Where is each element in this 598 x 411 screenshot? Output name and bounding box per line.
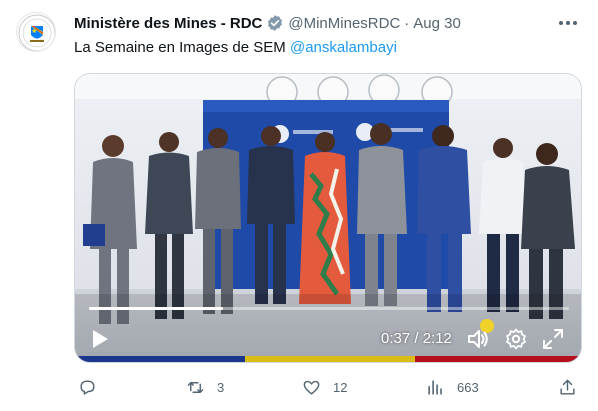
reply-button[interactable] <box>78 376 109 398</box>
author-handle[interactable]: @MinMinesRDC <box>288 15 400 32</box>
reply-icon <box>80 379 95 395</box>
mention-link[interactable]: @anskalambayi <box>290 39 397 56</box>
video-time: 0:37 / 2:12 <box>381 330 452 347</box>
views-button[interactable]: 663 <box>426 376 479 398</box>
retweet-count: 3 <box>217 379 225 395</box>
ministry-seal-icon <box>18 14 55 51</box>
volume-icon <box>468 330 488 348</box>
video-progress-bar[interactable] <box>89 307 569 310</box>
more-options-button[interactable] <box>556 12 580 34</box>
tweet-text: La Semaine en Images de SEM @anskalambay… <box>74 38 397 58</box>
settings-icon <box>506 328 526 350</box>
retweet-icon <box>187 381 204 393</box>
retweet-button[interactable]: 3 <box>186 376 224 398</box>
volume-button[interactable] <box>467 328 489 355</box>
like-button[interactable]: 12 <box>302 376 347 398</box>
tweet-date[interactable]: Aug 30 <box>413 15 461 32</box>
video-player[interactable]: 0:37 / 2:12 <box>74 73 582 363</box>
heart-icon <box>303 380 320 395</box>
video-progress-fill <box>89 307 224 310</box>
verified-badge-icon[interactable] <box>266 14 284 32</box>
separator-dot: · <box>404 14 410 32</box>
views-chart-icon <box>428 379 442 395</box>
share-button[interactable] <box>558 376 577 398</box>
tweet-actions: 3 12 663 <box>74 376 584 400</box>
fullscreen-button[interactable] <box>542 328 564 355</box>
like-count: 12 <box>333 379 348 395</box>
share-icon <box>560 379 575 395</box>
play-button[interactable] <box>91 329 109 354</box>
settings-button[interactable] <box>505 328 527 355</box>
more-dots-icon <box>559 21 577 25</box>
tweet-text-body: La Semaine en Images de SEM <box>74 39 290 56</box>
video-frame <box>75 74 581 362</box>
fullscreen-icon <box>543 329 563 349</box>
tweet-card[interactable]: Ministère des Mines - RDC @MinMinesRDC ·… <box>0 0 598 411</box>
author-display-name[interactable]: Ministère des Mines - RDC <box>74 15 262 32</box>
views-count: 663 <box>457 379 479 395</box>
avatar[interactable] <box>16 12 56 52</box>
play-icon <box>93 330 108 348</box>
tweet-header: Ministère des Mines - RDC @MinMinesRDC ·… <box>74 13 461 33</box>
